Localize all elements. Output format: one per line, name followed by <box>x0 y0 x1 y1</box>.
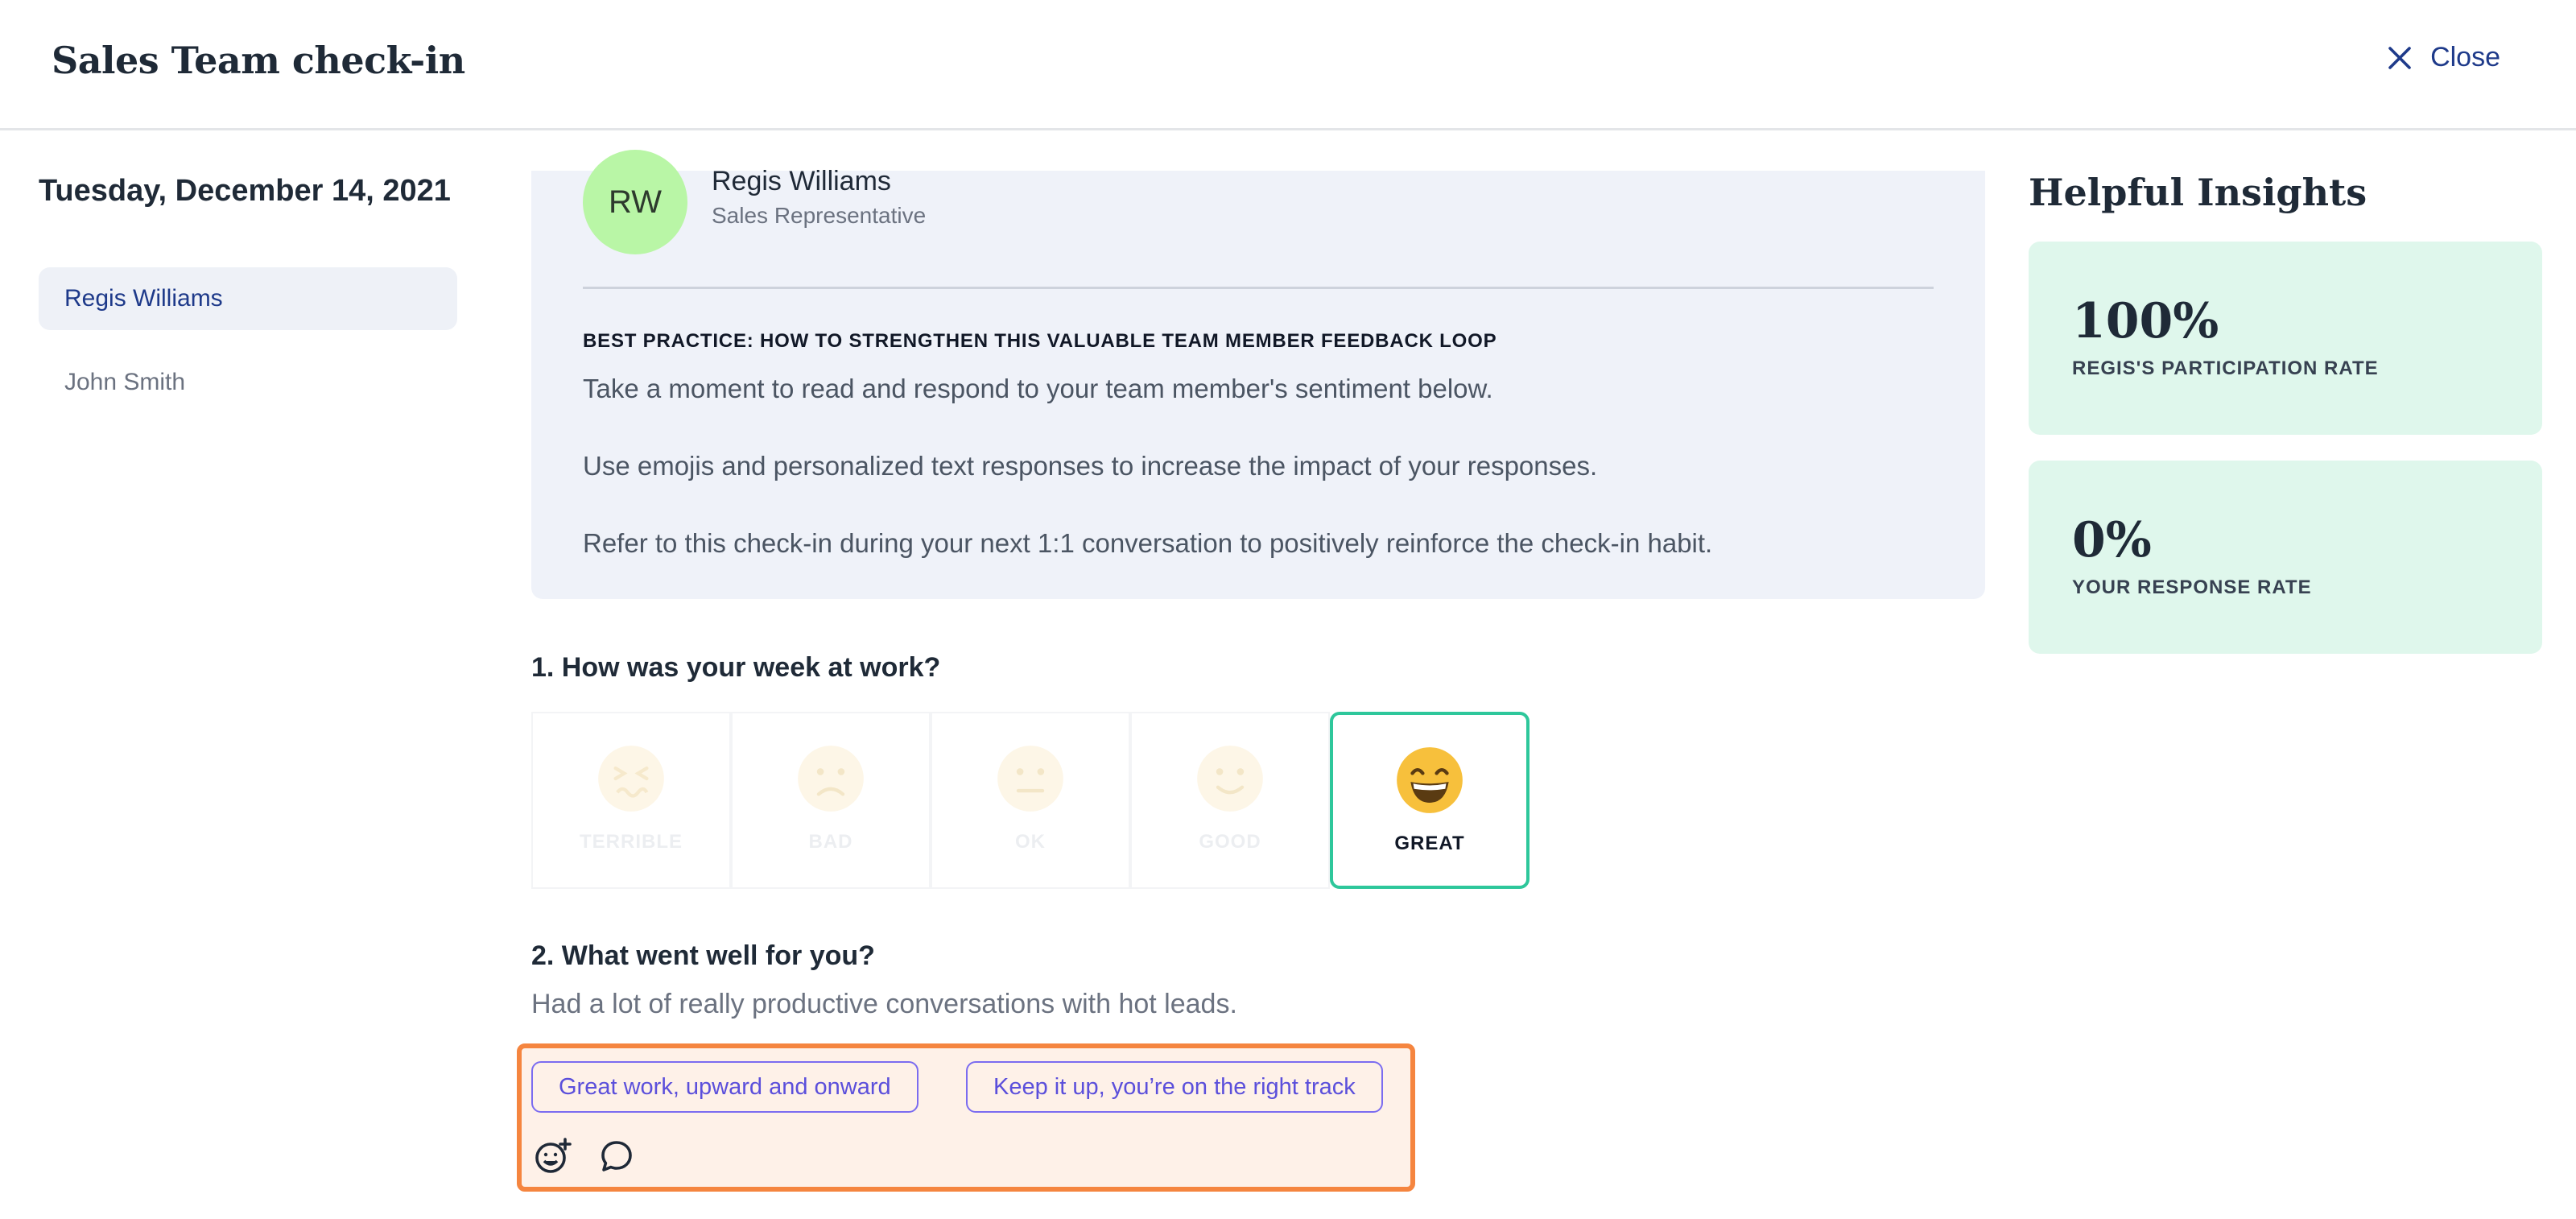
checkin-date: Tuesday, December 14, 2021 <box>39 174 451 208</box>
terrible-face-icon <box>598 746 664 812</box>
sidebar-item-label: John Smith <box>64 369 186 395</box>
grin-face-icon <box>1397 747 1463 813</box>
insights-title: Helpful Insights <box>2029 171 2368 214</box>
rating-great[interactable]: GREAT <box>1330 712 1530 889</box>
sad-face-icon <box>798 746 864 812</box>
close-icon <box>2388 46 2411 69</box>
suggested-response-button[interactable]: Keep it up, you’re on the right track <box>966 1061 1383 1113</box>
member-name: Regis Williams <box>712 166 891 196</box>
close-label: Close <box>2430 42 2500 72</box>
close-button[interactable]: Close <box>2385 42 2500 73</box>
rating-label: GREAT <box>1394 833 1465 854</box>
stat-value: 100% <box>2072 293 2219 349</box>
suggested-response-button[interactable]: Great work, upward and onward <box>531 1061 919 1113</box>
response-rate-card: 0% YOUR RESPONSE RATE <box>2029 461 2542 654</box>
stat-label: REGIS'S PARTICIPATION RATE <box>2072 357 2379 379</box>
question-2: 2. What went well for you? <box>531 940 875 971</box>
page-title: Sales Team check-in <box>52 39 465 82</box>
question-2-answer: Had a lot of really productive conversat… <box>531 989 1237 1019</box>
best-practice-line: Use emojis and personalized text respons… <box>583 451 1598 481</box>
member-role: Sales Representative <box>712 203 927 228</box>
avatar: RW <box>583 150 687 254</box>
rating-ok[interactable]: OK <box>931 712 1130 889</box>
best-practice-card: RW Regis Williams Sales Representative B… <box>531 150 1985 599</box>
question-1: 1. How was your week at work? <box>531 652 941 683</box>
rating-good[interactable]: GOOD <box>1130 712 1330 889</box>
best-practice-line: Take a moment to read and respond to you… <box>583 374 1493 403</box>
best-practice-heading: BEST PRACTICE: HOW TO STRENGTHEN THIS VA… <box>583 330 1497 352</box>
rating-terrible[interactable]: TERRIBLE <box>531 712 731 889</box>
rating-label: OK <box>1015 831 1046 853</box>
avatar-initials: RW <box>609 184 662 220</box>
stat-value: 0% <box>2072 512 2152 568</box>
sidebar-item-regis-williams[interactable]: Regis Williams <box>39 267 457 330</box>
sidebar-item-label: Regis Williams <box>64 285 223 312</box>
rating-label: TERRIBLE <box>580 831 683 853</box>
mood-rating-group: TERRIBLE BAD OK GOOD GREAT <box>531 712 1530 889</box>
best-practice-line: Refer to this check-in during your next … <box>583 528 1713 558</box>
rating-label: BAD <box>808 831 853 853</box>
divider <box>583 287 1934 289</box>
sidebar-item-john-smith[interactable]: John Smith <box>39 351 457 414</box>
add-emoji-icon[interactable] <box>533 1137 572 1176</box>
header-bar: Sales Team check-in Close <box>0 0 2576 130</box>
stat-label: YOUR RESPONSE RATE <box>2072 576 2312 598</box>
neutral-face-icon <box>997 746 1063 812</box>
participation-rate-card: 100% REGIS'S PARTICIPATION RATE <box>2029 242 2542 435</box>
comment-icon[interactable] <box>597 1137 636 1176</box>
smile-face-icon <box>1197 746 1263 812</box>
rating-bad[interactable]: BAD <box>731 712 931 889</box>
response-panel: Great work, upward and onward Keep it up… <box>517 1043 1415 1192</box>
rating-label: GOOD <box>1199 831 1261 853</box>
